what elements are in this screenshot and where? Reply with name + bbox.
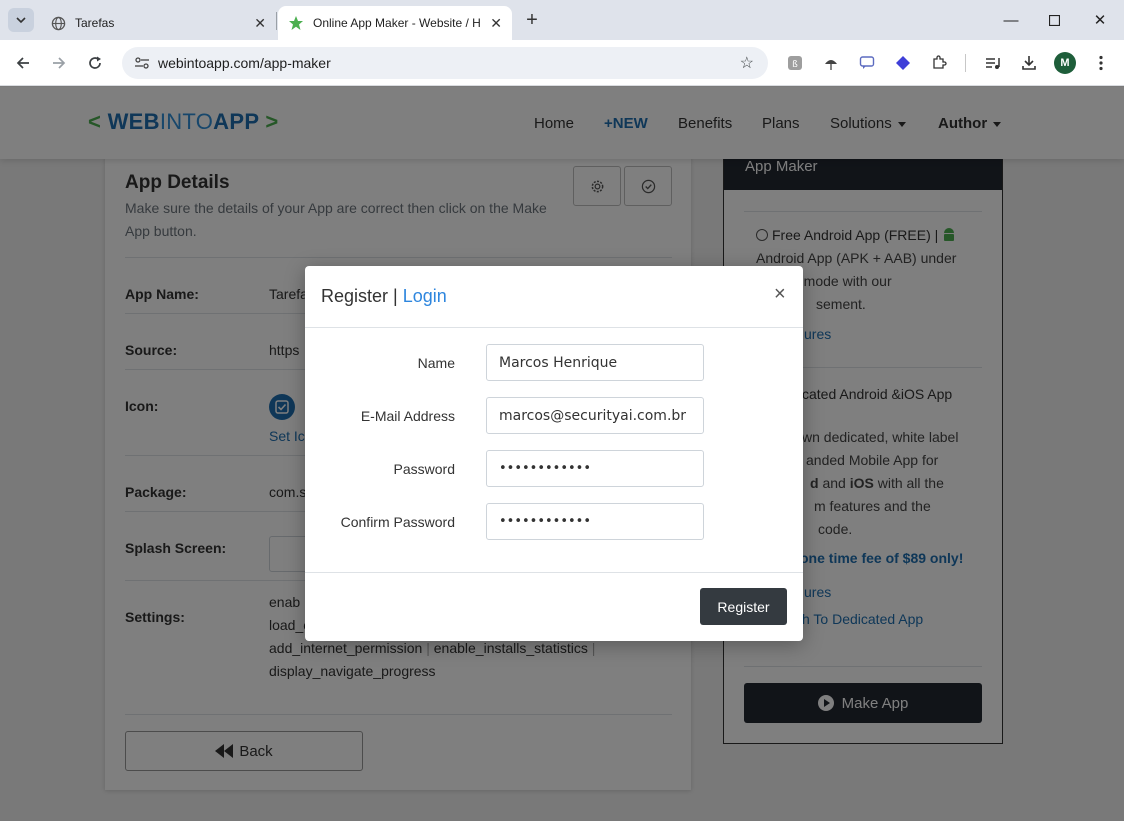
svg-text:ß: ß [792,60,798,70]
modal-header: Register | Login × [305,266,803,328]
register-title: Register [321,286,389,306]
url-text: webintoapp.com/app-maker [158,55,331,71]
download-icon[interactable] [1018,52,1040,74]
close-icon[interactable]: × [774,284,786,304]
tab-title: Online App Maker - Website / H [313,16,481,30]
reload-icon[interactable] [81,49,109,77]
extension-umbrella-icon[interactable] [820,52,842,74]
profile-avatar[interactable]: M [1054,52,1076,74]
star-favicon-icon [288,15,304,31]
minimize-icon[interactable]: — [988,6,1034,34]
extension-shield-icon[interactable]: ß [784,52,806,74]
email-field[interactable]: marcos@securityai.com.br [486,397,704,434]
address-bar[interactable]: webintoapp.com/app-maker ☆ [122,47,768,79]
tab-tarefas[interactable]: Tarefas ✕ [40,6,276,40]
tab-title: Tarefas [75,16,115,30]
extensions-puzzle-icon[interactable] [928,52,950,74]
tab-separator [276,12,277,30]
name-field[interactable]: Marcos Henrique [486,344,704,381]
bookmark-star-icon[interactable]: ☆ [740,53,754,73]
confirm-password-field[interactable]: •••••••••••• [486,503,704,540]
name-label: Name [417,355,455,371]
browser-toolbar: webintoapp.com/app-maker ☆ ß M [0,40,1124,86]
close-tab-icon[interactable]: ✕ [490,15,502,32]
register-modal: Register | Login × Name Marcos Henrique … [305,266,803,641]
chevron-down-icon [16,17,26,24]
forward-arrow-icon[interactable] [45,49,73,77]
maximize-icon[interactable] [1031,6,1077,34]
tab-search-button[interactable] [8,8,34,32]
kebab-menu-icon[interactable] [1090,52,1112,74]
login-link[interactable]: Login [403,286,447,306]
modal-footer-divider [305,572,803,573]
close-window-icon[interactable]: ✕ [1077,6,1123,34]
extension-chat-icon[interactable] [856,52,878,74]
close-tab-icon[interactable]: ✕ [254,15,266,32]
media-playlist-icon[interactable] [982,52,1004,74]
tab-online-app-maker[interactable]: Online App Maker - Website / H ✕ [278,6,512,40]
globe-icon [50,15,66,31]
modal-title: Register | Login [321,286,447,306]
site-info-icon[interactable] [132,53,152,73]
password-field[interactable]: •••••••••••• [486,450,704,487]
back-arrow-icon[interactable] [9,49,37,77]
extension-diamond-icon[interactable] [892,52,914,74]
email-label: E-Mail Address [360,408,455,424]
confirm-password-label: Confirm Password [340,514,455,530]
new-tab-button[interactable]: + [520,8,544,32]
register-button[interactable]: Register [700,588,787,625]
toolbar-separator [965,54,966,72]
tab-strip: Tarefas ✕ Online App Maker - Website / H… [0,0,1124,40]
password-label: Password [393,461,455,477]
